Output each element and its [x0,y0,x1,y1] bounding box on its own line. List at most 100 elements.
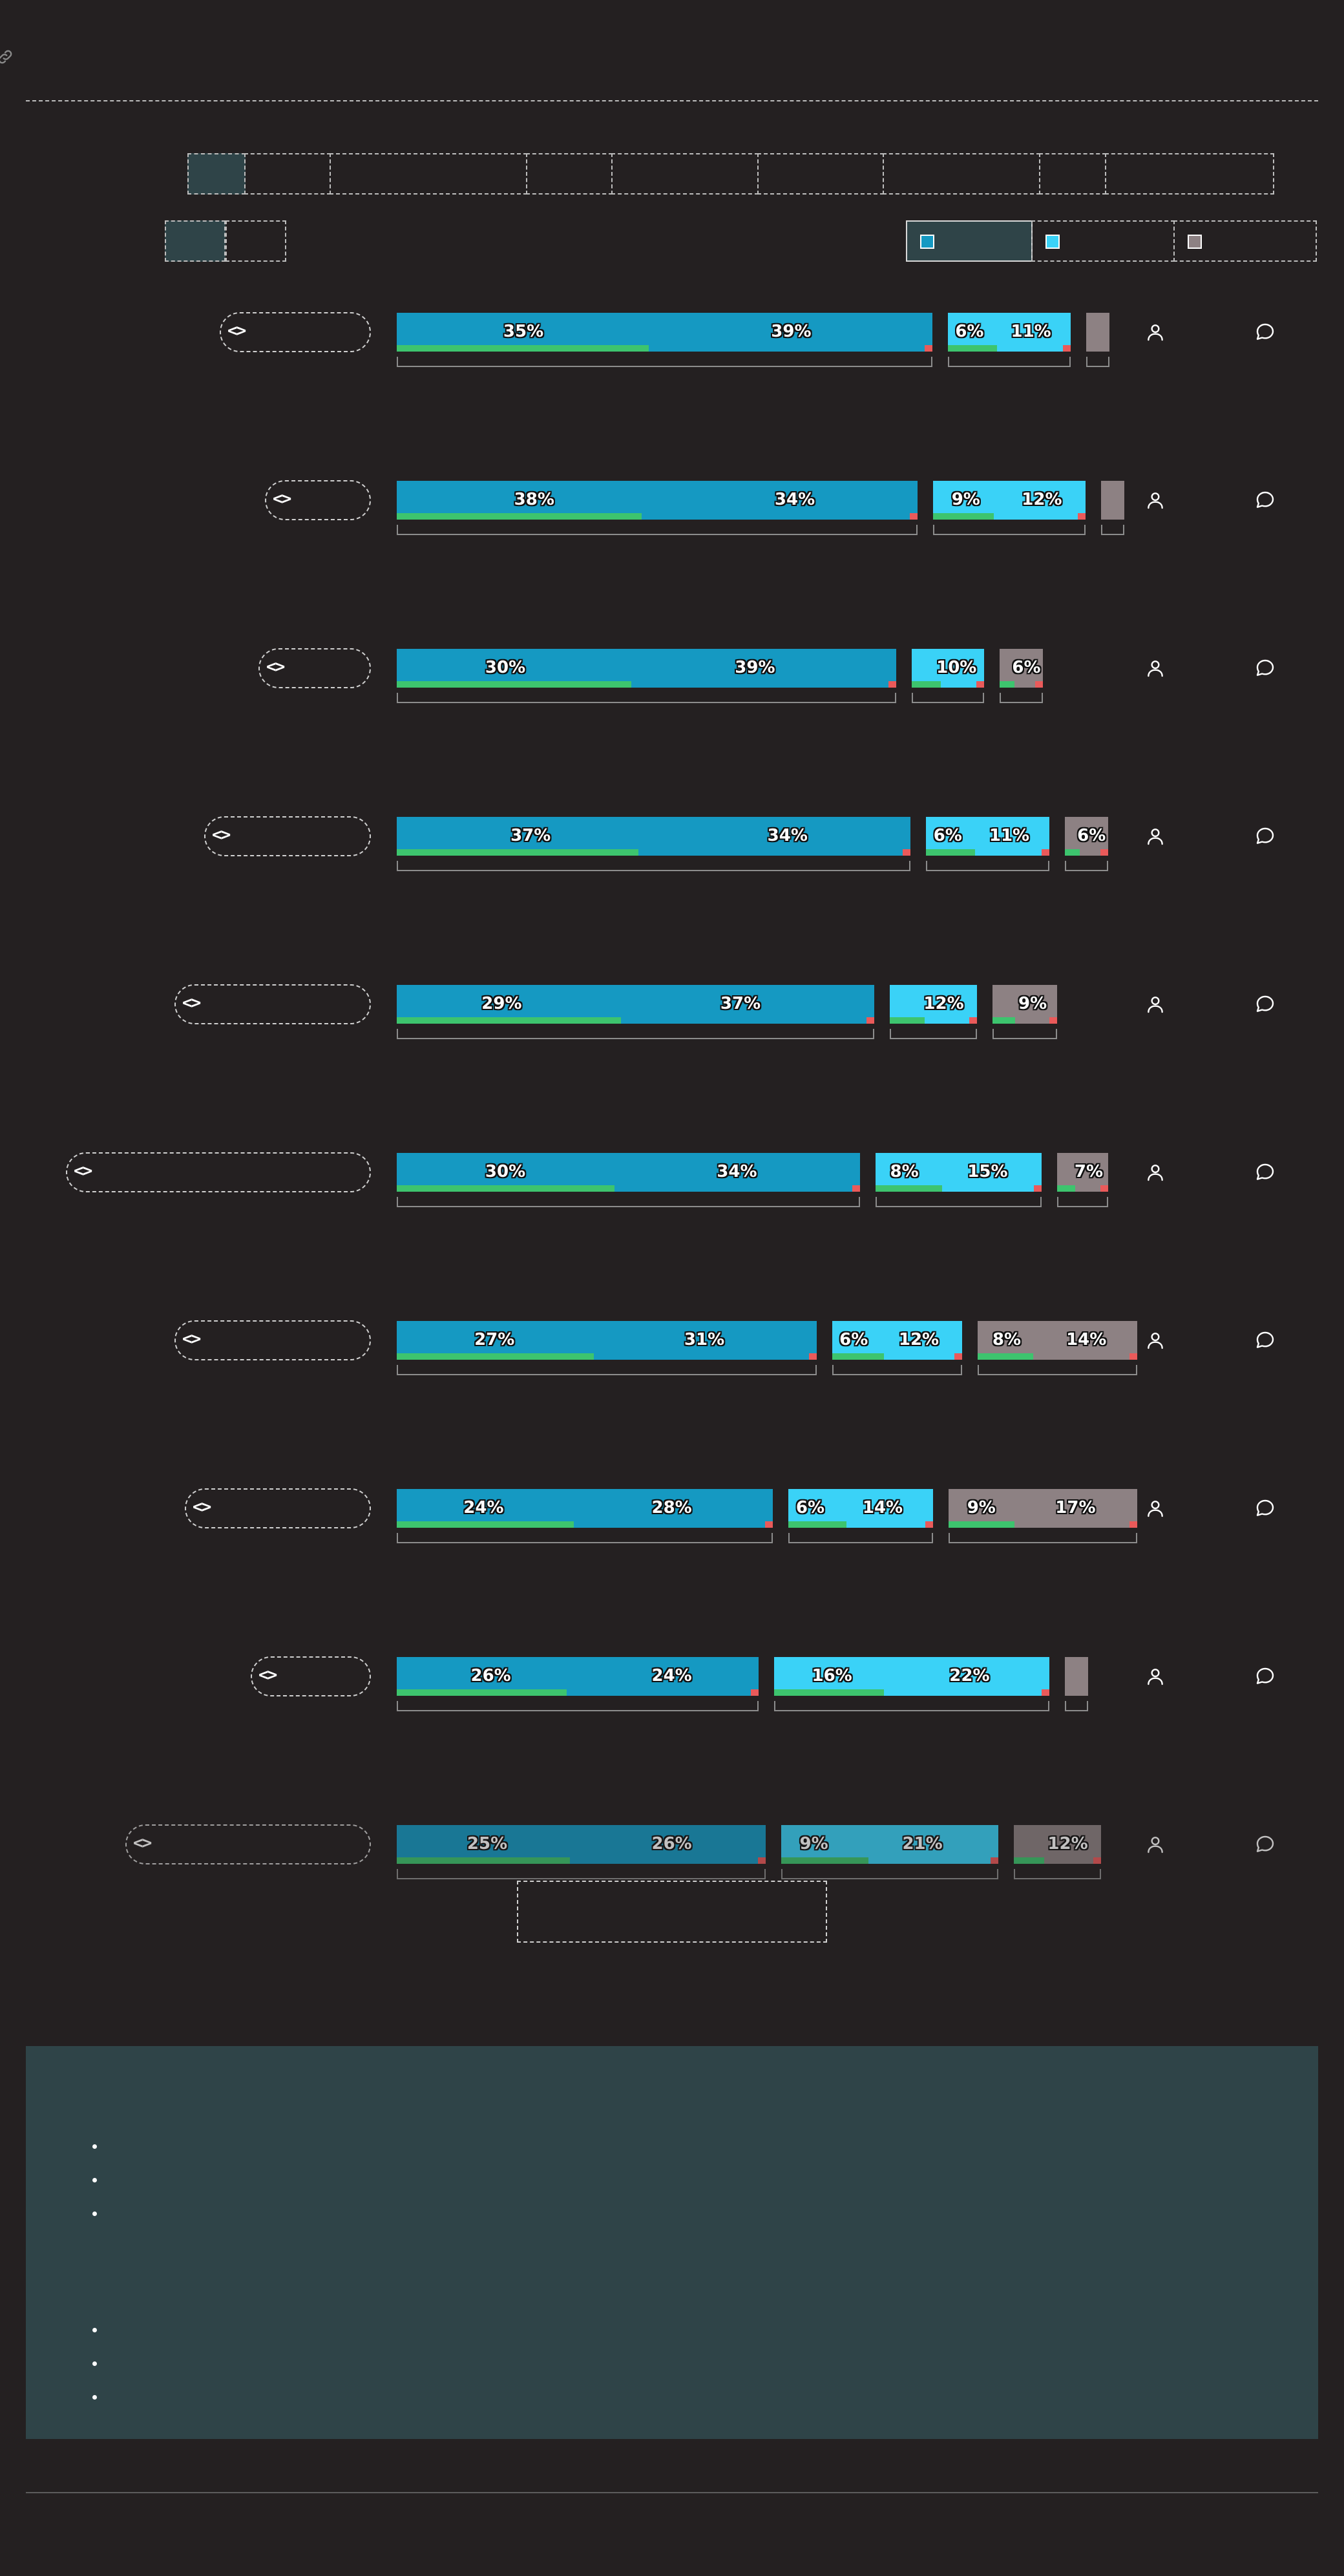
bar-group-3[interactable]: 6% [999,649,1043,688]
user-icon[interactable] [1145,1330,1166,1351]
row-label-pill[interactable]: <> [251,1656,371,1696]
comment-icon[interactable] [1255,658,1276,679]
bar-group-3[interactable]: 9% [992,985,1058,1024]
view-toggle-option[interactable] [165,220,226,262]
data-label: 30% [485,658,526,677]
bar-group-1[interactable]: 24% 28% [397,1489,773,1528]
bar-group-2[interactable]: 9% 21% [781,1825,999,1864]
bar-group-3[interactable]: 12% [1014,1825,1101,1864]
row-label-pill[interactable]: <> [220,312,371,352]
comment-icon[interactable] [1255,1666,1276,1687]
notes-panel [26,2046,1318,2439]
bar-marker [1129,1521,1137,1528]
bar-group-2[interactable]: 9% 12% [933,481,1086,520]
comment-icon[interactable] [1255,994,1276,1015]
code-icon: <> [266,657,285,677]
view-toggle-option[interactable] [226,220,286,262]
filter-segment[interactable] [526,153,613,195]
bar-group-2[interactable]: 10% [911,649,984,688]
comment-icon[interactable] [1255,1162,1276,1183]
bar-marker [888,681,896,688]
user-icon[interactable] [1145,490,1166,511]
bar-highlight [397,1353,594,1360]
legend-item[interactable] [1173,220,1317,262]
link-icon[interactable] [0,48,14,66]
bar-group-3[interactable]: 8% 14% [978,1321,1137,1360]
group-bracket [992,1029,1058,1039]
bar-marker [1093,1857,1101,1864]
bar-group-2[interactable]: 6% 14% [788,1489,934,1528]
filter-segment[interactable] [244,153,331,195]
comment-icon[interactable] [1255,1498,1276,1519]
bar-group-1[interactable]: 30% 39% [397,649,896,688]
filter-segment[interactable] [883,153,1040,195]
group-bracket [397,861,911,871]
bar-group-2[interactable]: 16% 22% [774,1657,1049,1696]
bar-group-3[interactable] [1100,481,1124,520]
filter-segment[interactable] [757,153,884,195]
filter-segment[interactable] [1039,153,1106,195]
bar-highlight [926,849,976,856]
row-label-pill[interactable]: <> [174,1320,371,1360]
filter-segment[interactable] [1105,153,1274,195]
bar-highlight [397,1521,574,1528]
bar-marker [903,849,911,856]
bar-group-1[interactable]: 29% 37% [397,985,875,1024]
comment-icon[interactable] [1255,826,1276,847]
bar-highlight [992,1017,1015,1024]
row-label-pill[interactable]: <> [258,648,371,688]
user-icon[interactable] [1145,322,1166,343]
row-label-pill[interactable]: <> [66,1152,371,1192]
bar-group-2[interactable]: 6% 12% [832,1321,963,1360]
data-label: 6% [795,1498,825,1517]
data-label: 31% [684,1330,725,1349]
group-bracket [949,1533,1137,1543]
data-label: 37% [720,994,761,1013]
legend-swatch [1045,235,1060,249]
bar-group-3[interactable] [1064,1657,1088,1696]
user-icon[interactable] [1145,1666,1166,1687]
bar-group-1[interactable]: 26% 24% [397,1657,759,1696]
row-label-pill[interactable]: <> [174,984,371,1024]
bar-group-3[interactable]: 7% [1057,1153,1108,1192]
bar-group-1[interactable]: 25% 26% [397,1825,766,1864]
group-bracket [397,525,918,535]
user-icon[interactable] [1145,1834,1166,1855]
group-bracket [1014,1869,1101,1879]
code-icon: <> [182,993,201,1013]
user-icon[interactable] [1145,994,1166,1015]
filter-segment[interactable] [611,153,759,195]
user-icon[interactable] [1145,658,1166,679]
legend-item[interactable] [1031,220,1175,262]
comment-icon[interactable] [1255,490,1276,511]
bar-group-3[interactable]: 6% [1064,817,1108,856]
comment-icon[interactable] [1255,322,1276,343]
row-label-pill[interactable]: <> [185,1488,371,1528]
bar-group-1[interactable]: 35% 39% [397,313,932,352]
row-label-pill[interactable]: <> [204,816,371,856]
bar-group-2[interactable]: 6% 11% [947,313,1071,352]
comment-icon[interactable] [1255,1330,1276,1351]
user-icon[interactable] [1145,1162,1166,1183]
bar-group-1[interactable]: 38% 34% [397,481,918,520]
bar-group-2[interactable]: 12% [890,985,977,1024]
bar-group-2[interactable]: 8% 15% [875,1153,1042,1192]
bar-group-1[interactable]: 27% 31% [397,1321,817,1360]
filter-segment[interactable] [187,153,246,195]
legend-item[interactable] [906,220,1033,262]
row-label-pill[interactable]: <> [125,1824,371,1864]
bar-group-1[interactable]: 30% 34% [397,1153,860,1192]
code-icon: <> [273,489,291,509]
data-label: 35% [503,322,544,341]
user-icon[interactable] [1145,826,1166,847]
group-bracket [926,861,1049,871]
bar-group-2[interactable]: 6% 11% [926,817,1049,856]
comment-icon[interactable] [1255,1834,1276,1855]
bar-group-3[interactable] [1086,313,1110,352]
user-icon[interactable] [1145,1498,1166,1519]
row-label-pill[interactable]: <> [265,480,371,520]
bar-group-1[interactable]: 37% 34% [397,817,911,856]
code-icon: <> [182,1329,201,1349]
filter-segment[interactable] [330,153,527,195]
bar-group-3[interactable]: 9% 17% [949,1489,1137,1528]
